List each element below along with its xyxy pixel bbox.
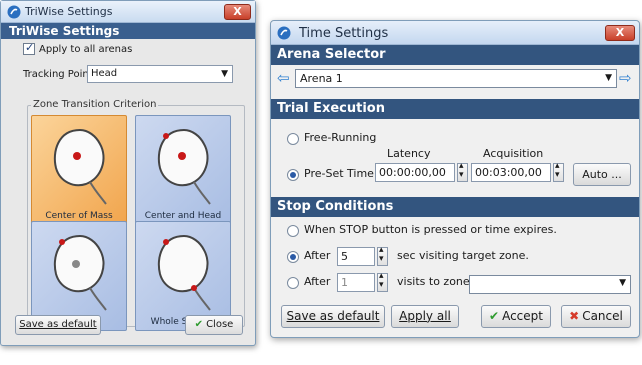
acquisition-spinner[interactable] (553, 161, 564, 182)
stop-button-radio[interactable] (287, 225, 299, 237)
window-title: TriWise Settings (25, 5, 113, 18)
zone-select[interactable]: ▼ (469, 275, 631, 294)
apply-all-arenas-row[interactable]: Apply to all arenas (23, 41, 132, 57)
acquisition-input[interactable]: 00:03:00,00 (471, 163, 551, 182)
latency-spinner[interactable] (457, 161, 468, 182)
save-as-default-button[interactable]: Save as default (281, 305, 385, 328)
triwise-settings-window: TriWise Settings X TriWise Settings Appl… (0, 0, 256, 346)
free-running-radio[interactable] (287, 133, 299, 145)
rodent-body-icon (157, 128, 211, 205)
visits-spinner[interactable] (377, 271, 388, 292)
close-button[interactable]: ✔ Close (185, 315, 243, 335)
auto-button[interactable]: Auto ... (573, 163, 631, 186)
triwise-titlebar[interactable]: TriWise Settings X (1, 1, 255, 23)
pre-set-time-label: Pre-Set Time (304, 167, 374, 180)
close-window-button[interactable]: X (224, 4, 251, 20)
free-running-label: Free-Running (304, 131, 377, 144)
seconds-suffix-label: sec visiting target zone. (397, 249, 529, 262)
apply-all-button[interactable]: Apply all (391, 305, 459, 328)
apply-all-arenas-label: Apply to all arenas (39, 43, 133, 55)
chevron-down-icon: ▼ (619, 278, 626, 288)
app-logo-icon (277, 26, 291, 40)
latency-input[interactable]: 00:00:00,00 (375, 163, 455, 182)
time-titlebar[interactable]: Time Settings X (271, 21, 639, 45)
arena-select[interactable]: Arena 1 ▼ (295, 69, 617, 88)
after-visits-label: After (304, 275, 331, 288)
arena-select-value: Arena 1 (300, 72, 343, 85)
stop-button-label: When STOP button is pressed or time expi… (304, 223, 557, 236)
trial-execution-header: Trial Execution (271, 99, 639, 119)
tracking-point-value: Head (91, 68, 118, 79)
arrow-right-icon[interactable]: ⇨ (619, 71, 633, 86)
rodent-body-icon (53, 234, 107, 311)
chevron-down-icon: ▼ (605, 73, 612, 83)
cancel-label: Cancel (582, 309, 623, 323)
after-seconds-radio[interactable] (287, 251, 299, 263)
close-button-label: Close (206, 319, 234, 330)
window-title: Time Settings (299, 26, 389, 41)
app-logo-icon (7, 5, 21, 19)
check-icon: ✔ (489, 309, 500, 323)
check-icon: ✔ (194, 319, 204, 330)
after-seconds-label: After (304, 249, 331, 262)
stop-conditions-header: Stop Conditions (271, 197, 639, 217)
seconds-spinner[interactable] (377, 245, 388, 266)
option-label: Center of Mass (45, 211, 113, 221)
rodent-body-icon (53, 128, 107, 205)
after-visits-radio[interactable] (287, 277, 299, 289)
seconds-input[interactable]: 5 (337, 247, 375, 266)
arrow-left-icon[interactable]: ⇦ (277, 71, 291, 86)
tracking-point-label: Tracking Point: (23, 69, 97, 80)
accept-button[interactable]: ✔ Accept (481, 305, 551, 328)
acquisition-label: Acquisition (483, 147, 544, 160)
pre-set-time-radio[interactable] (287, 169, 299, 181)
visits-suffix-label: visits to zone (397, 275, 470, 288)
option-label: Center and Head (144, 211, 222, 221)
option-center-of-mass[interactable]: Center of Mass (31, 115, 127, 225)
zone-transition-label: Zone Transition Criterion (31, 99, 159, 110)
apply-all-arenas-checkbox[interactable] (23, 41, 35, 55)
latency-label: Latency (387, 147, 431, 160)
arena-selector-header: Arena Selector (271, 45, 639, 65)
rodent-body-icon (157, 234, 211, 311)
cancel-button[interactable]: ✖ Cancel (561, 305, 631, 328)
option-center-and-head[interactable]: Center and Head (135, 115, 231, 225)
close-icon: ✖ (569, 309, 580, 323)
triwise-header: TriWise Settings (1, 23, 255, 39)
save-as-default-button[interactable]: Save as default (15, 315, 101, 335)
accept-label: Accept (502, 309, 543, 323)
chevron-down-icon: ▼ (221, 69, 228, 79)
close-window-button[interactable]: X (605, 25, 635, 41)
visits-input[interactable]: 1 (337, 273, 375, 292)
tracking-point-select[interactable]: Head ▼ (87, 65, 233, 83)
time-settings-window: Time Settings X Arena Selector ⇦ Arena 1… (270, 20, 640, 338)
